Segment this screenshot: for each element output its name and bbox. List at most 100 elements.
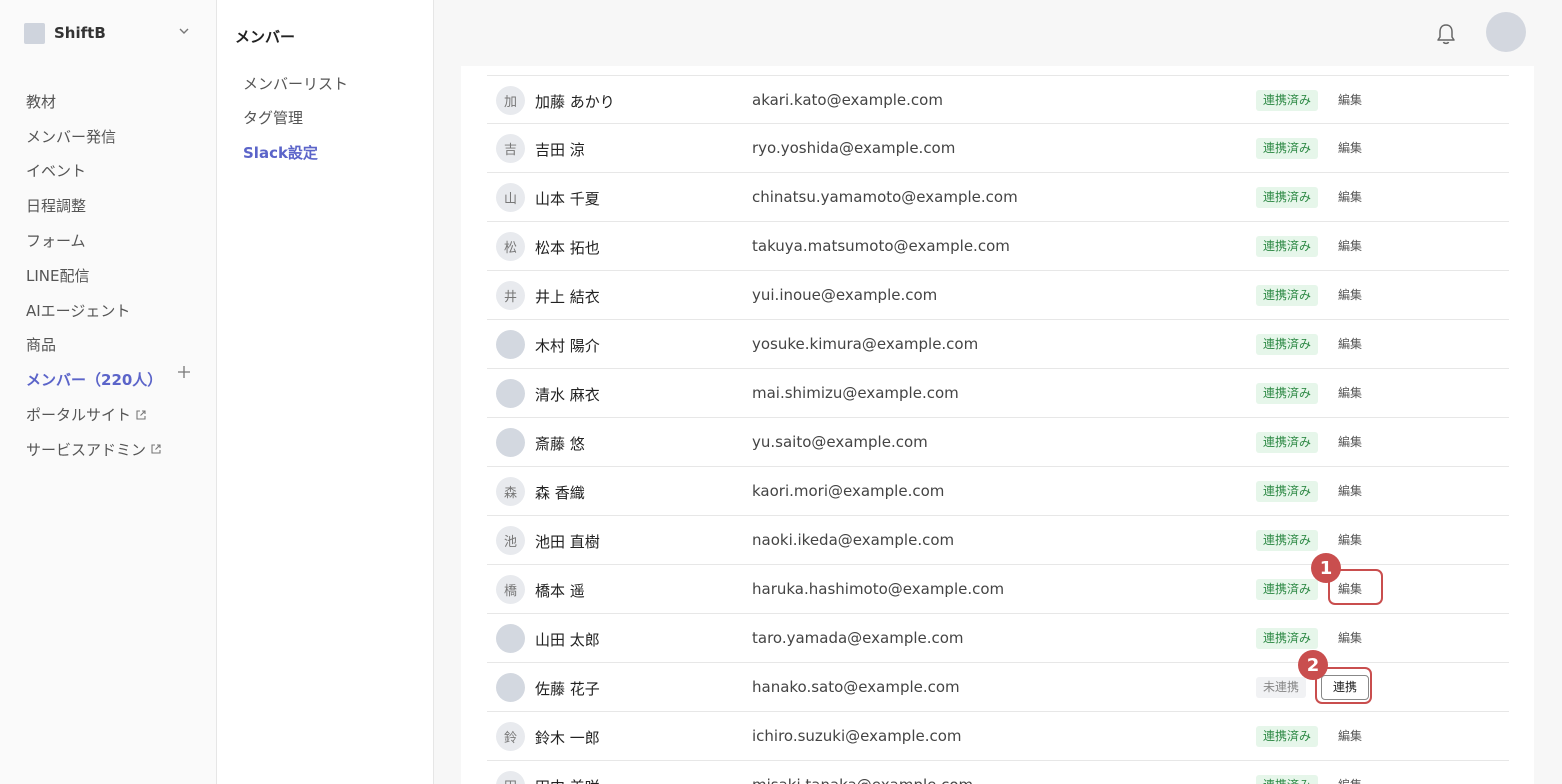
member-email: misaki.tanaka@example.com xyxy=(752,776,973,784)
member-avatar xyxy=(496,428,525,457)
subnav-item[interactable]: Slack設定 xyxy=(243,135,348,170)
sidebar-item-label: LINE配信 xyxy=(26,266,90,285)
sidebar-item[interactable]: サービスアドミン xyxy=(26,432,162,467)
edit-button[interactable]: 編集 xyxy=(1333,334,1367,355)
slack-status-badge: 連携済み xyxy=(1256,530,1319,551)
member-email: ichiro.suzuki@example.com xyxy=(752,727,962,745)
main-nav: 教材 メンバー発信イベント日程調整フォーム LINE配信 AIエージェント 商品メンバー… xyxy=(26,84,162,467)
sidebar-item[interactable]: メンバー（220人） xyxy=(26,362,162,397)
subnav-item[interactable]: タグ管理 xyxy=(243,101,348,136)
member-name: 池田 直樹 xyxy=(535,533,600,551)
member-avatar: 橋 xyxy=(496,575,525,604)
table-row: 松松本 拓也 takuya.matsumoto@example.com 連携済み 編集 xyxy=(487,222,1509,271)
member-name: 清水 麻衣 xyxy=(535,386,600,404)
slack-status-badge: 連携済み xyxy=(1256,138,1319,159)
table-row: 山田 太郎 taro.yamada@example.com 連携済み 編集 xyxy=(487,614,1509,663)
slack-status-badge: 連携済み xyxy=(1256,334,1319,355)
edit-button[interactable]: 編集 xyxy=(1333,187,1367,208)
table-row: 山山本 千夏 chinatsu.yamamoto@example.com 連携済み編… xyxy=(487,173,1509,222)
subnav-list: メンバーリスト タグ管理 Slack設定 xyxy=(243,66,348,170)
slack-status-badge: 連携済み xyxy=(1256,775,1319,784)
sidebar-item[interactable]: ポータルサイト xyxy=(26,397,162,432)
member-name: 松本 拓也 xyxy=(535,239,600,257)
edit-button[interactable]: 編集 xyxy=(1333,530,1367,551)
user-avatar[interactable] xyxy=(1486,12,1526,52)
workspace-name: ShiftB xyxy=(54,24,106,42)
member-email: naoki.ikeda@example.com xyxy=(752,531,955,549)
sidebar-item-label: AIエージェント xyxy=(26,301,131,320)
slack-status-badge: 連携済み xyxy=(1256,481,1319,502)
subnav-item[interactable]: メンバーリスト xyxy=(243,66,348,101)
edit-button[interactable]: 編集 xyxy=(1333,726,1367,747)
edit-button[interactable]: 編集 xyxy=(1333,138,1367,159)
member-email: takuya.matsumoto@example.com xyxy=(752,237,1010,255)
member-avatar xyxy=(496,330,525,359)
external-link-icon xyxy=(151,444,161,454)
member-name: 田中 美咲 xyxy=(535,776,600,784)
edit-button[interactable]: 編集 xyxy=(1333,285,1367,306)
member-email: taro.yamada@example.com xyxy=(752,629,964,647)
sidebar-item[interactable]: イベント xyxy=(26,154,162,189)
slack-status-badge: 連携済み xyxy=(1256,579,1319,600)
member-avatar: 田 xyxy=(496,771,525,784)
member-email: kaori.mori@example.com xyxy=(752,482,945,500)
bell-icon[interactable] xyxy=(1435,22,1457,46)
edit-button[interactable]: 編集 xyxy=(1333,775,1367,784)
member-avatar: 鈴 xyxy=(496,722,525,751)
subnav-title: メンバー xyxy=(235,28,296,46)
member-email: hanako.sato@example.com xyxy=(752,678,960,696)
slack-status-badge: 未連携 xyxy=(1256,677,1307,698)
member-avatar: 吉 xyxy=(496,134,525,163)
sidebar-item-label: フォーム xyxy=(26,232,86,251)
member-avatar: 井 xyxy=(496,281,525,310)
member-avatar: 加 xyxy=(496,86,525,115)
sidebar-item[interactable]: 商品 xyxy=(26,328,162,363)
member-avatar xyxy=(496,673,525,702)
table-row: 木村 陽介 yosuke.kimura@example.com 連携済み 編集 xyxy=(487,320,1509,369)
edit-button[interactable]: 編集 xyxy=(1333,432,1367,453)
table-row: 井井上 結衣 yui.inoue@example.com 連携済み 編集 xyxy=(487,271,1509,320)
table-row: 加加藤 あかり akari.kato@example.com 連携済み 編集 xyxy=(487,75,1509,124)
member-avatar: 山 xyxy=(496,183,525,212)
sidebar-item[interactable]: メンバー発信 xyxy=(26,119,162,154)
edit-button[interactable]: 編集 xyxy=(1333,628,1367,649)
external-link-icon xyxy=(136,410,146,420)
sidebar-item-label: メンバー（220人） xyxy=(26,371,163,390)
workspace-switcher[interactable]: ShiftB xyxy=(24,22,194,44)
sidebar-item-label: 商品 xyxy=(26,336,57,355)
table-row: 吉吉田 涼 ryo.yoshida@example.com 連携済み 編集 xyxy=(487,124,1509,173)
member-name: 斎藤 悠 xyxy=(535,435,585,453)
sidebar-item[interactable]: LINE配信 xyxy=(26,258,162,293)
sidebar-item-label: イベント xyxy=(26,162,87,181)
member-name: 加藤 あかり xyxy=(535,93,615,111)
sidebar-item-label: 日程調整 xyxy=(26,197,87,216)
add-member-plus-icon[interactable] xyxy=(176,364,192,380)
table-row: 清水 麻衣 mai.shimizu@example.com 連携済み 編集 xyxy=(487,369,1509,418)
table-row: 鈴鈴木 一郎 ichiro.suzuki@example.com 連携済み 編集 xyxy=(487,712,1509,761)
edit-button[interactable]: 編集 xyxy=(1333,383,1367,404)
member-email: yu.saito@example.com xyxy=(752,433,928,451)
edit-button[interactable]: 編集 xyxy=(1333,90,1367,111)
member-name: 佐藤 花子 xyxy=(535,680,600,698)
member-avatar: 森 xyxy=(496,477,525,506)
slack-status-badge: 連携済み xyxy=(1256,726,1319,747)
member-subnav: メンバー メンバーリスト タグ管理 Slack設定 xyxy=(217,0,434,784)
member-avatar: 池 xyxy=(496,526,525,555)
chevron-down-icon xyxy=(179,28,189,34)
member-name: 木村 陽介 xyxy=(535,337,600,355)
top-header xyxy=(434,0,1562,66)
sidebar-item[interactable]: フォーム xyxy=(26,223,162,258)
member-avatar xyxy=(496,624,525,653)
table-row: 池池田 直樹 naoki.ikeda@example.com 連携済み 編集 xyxy=(487,516,1509,565)
sidebar-item-label: ポータルサイト xyxy=(26,406,132,425)
edit-button[interactable]: 編集 xyxy=(1333,236,1367,257)
member-email: yui.inoue@example.com xyxy=(752,286,938,304)
edit-button[interactable]: 編集 xyxy=(1333,481,1367,502)
sidebar-item[interactable]: AIエージェント xyxy=(26,293,162,328)
member-email: mai.shimizu@example.com xyxy=(752,384,959,402)
sidebar-item[interactable]: 教材 xyxy=(26,84,162,119)
sidebar-item[interactable]: 日程調整 xyxy=(26,188,162,223)
member-email: chinatsu.yamamoto@example.com xyxy=(752,188,1018,206)
member-email: yosuke.kimura@example.com xyxy=(752,335,979,353)
highlight-number-2: 2 xyxy=(1298,650,1328,680)
